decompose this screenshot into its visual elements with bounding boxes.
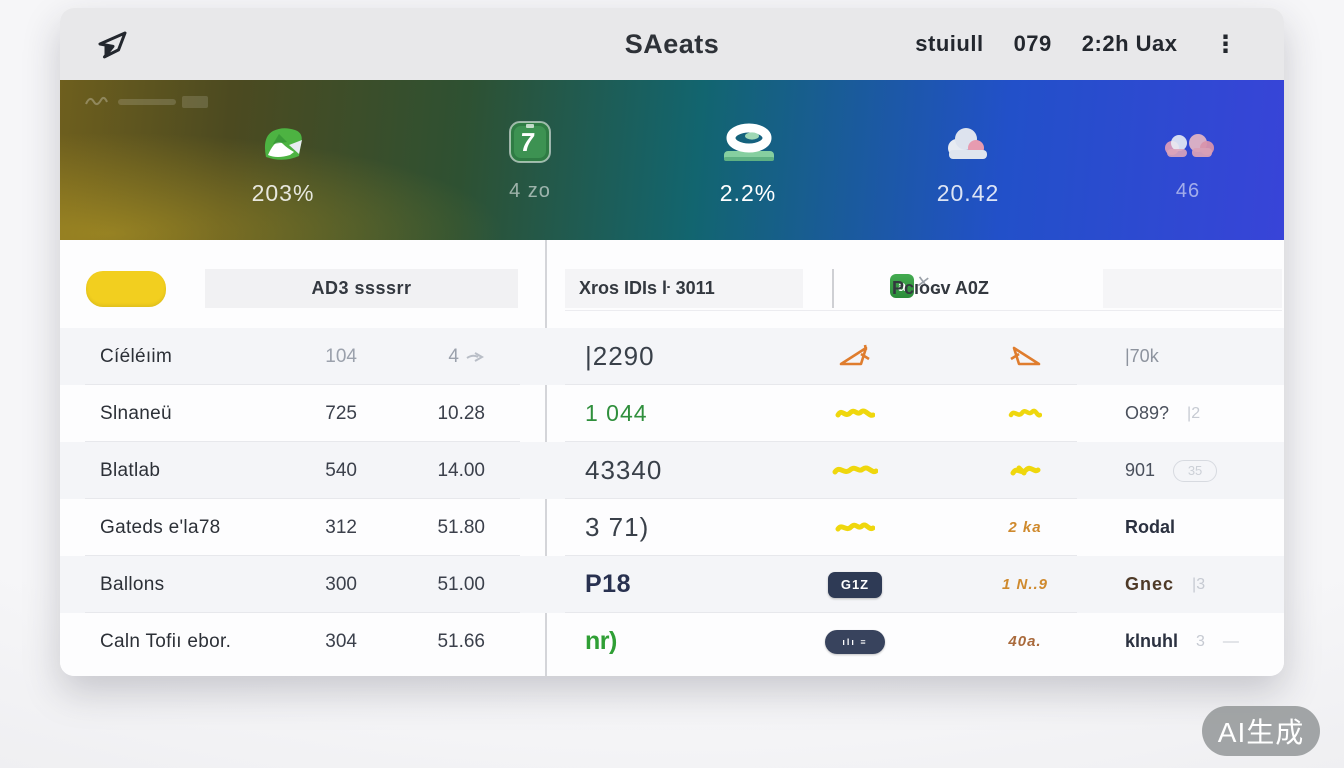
table-row[interactable]: Ballons 300 51.00 P18 G1Z 1 N..9 Gnec |3 xyxy=(60,556,1284,613)
right-text: Gnec xyxy=(1125,574,1174,595)
banner-logo xyxy=(82,90,212,117)
kebab-menu-icon[interactable]: ⋮ xyxy=(1208,30,1245,59)
mid-value: 3 71) xyxy=(585,499,649,556)
stat-value: 2.2% xyxy=(720,180,776,207)
right-faint-text: |2 xyxy=(1187,405,1200,423)
mid-value: 43340 xyxy=(585,442,662,499)
stat-value: 4 zo xyxy=(509,180,551,203)
stat-value: 20.42 xyxy=(937,180,1000,207)
annotation-text: 1 N..9 xyxy=(1002,576,1048,593)
row-name: Blatlab xyxy=(100,442,160,499)
table-row[interactable]: Cíéléıim 104 4 |2290 xyxy=(60,328,1284,385)
row-name: Caln Tofiı ebor. xyxy=(100,613,231,670)
scribble-icon xyxy=(975,442,1075,499)
scribble-icon xyxy=(805,499,905,556)
status-text-a: stuiull xyxy=(915,31,983,57)
cloud-icon xyxy=(943,114,993,166)
row-val: 51.80 xyxy=(437,517,485,539)
annotation-text: 2 ka xyxy=(1008,519,1041,536)
right-faint-text: 3 xyxy=(1196,633,1205,651)
pill-toggle[interactable]: 35 xyxy=(1173,460,1217,482)
row-name: Gateds e'la78 xyxy=(100,499,221,556)
scribble-icon xyxy=(805,442,905,499)
chat-badge: G1Z xyxy=(828,572,882,598)
titlebar: SAeats stuiull 079 2:2h Uax ⋮ xyxy=(60,8,1284,81)
stats-banner: 203% 7 4 zo 2.2 xyxy=(60,80,1284,240)
ai-generated-watermark: AI生成 xyxy=(1202,706,1320,756)
header-cell-far[interactable] xyxy=(1103,269,1282,308)
status-text-b: 079 xyxy=(1014,31,1052,57)
arrow-right-icon xyxy=(465,350,485,364)
annotation-text: 40a. xyxy=(1008,633,1041,650)
right-text: 901 xyxy=(1125,460,1155,481)
right-dash: — xyxy=(1223,633,1239,651)
row-qty: 312 xyxy=(237,499,357,556)
clouds-icon xyxy=(1160,114,1216,166)
row-val: 10.28 xyxy=(437,403,485,425)
row-qty: 104 xyxy=(237,328,357,385)
row-name: Ballons xyxy=(100,556,164,613)
flag-icon xyxy=(805,328,905,385)
row-val: 51.66 xyxy=(437,631,485,653)
stat-value: 203% xyxy=(252,180,315,207)
row-name: Cíéléıim xyxy=(100,328,172,385)
mid-value: |2290 xyxy=(585,328,655,385)
app-window: SAeats stuiull 079 2:2h Uax ⋮ xyxy=(60,8,1284,676)
header-cell-middle[interactable]: Xros IDIs ŀ 3011 xyxy=(565,269,803,308)
mid-value: nr) xyxy=(585,613,617,670)
right-text: klnuhl xyxy=(1125,631,1178,652)
mid-value: P18 xyxy=(585,556,631,613)
stat-cloud[interactable]: 20.42 xyxy=(883,114,1053,224)
flag-icon xyxy=(975,328,1075,385)
right-text: Rodal xyxy=(1125,517,1175,538)
yellow-filter-button[interactable] xyxy=(86,271,166,307)
table-body: Cíéléıim 104 4 |2290 xyxy=(60,328,1284,670)
table-row[interactable]: Gateds e'la78 312 51.80 3 71) 2 ka Rodal xyxy=(60,499,1284,556)
header-underline xyxy=(565,310,1282,311)
right-text: O89? xyxy=(1125,403,1169,424)
pill-badge: ılı ≡ xyxy=(825,630,885,654)
row-qty: 300 xyxy=(237,556,357,613)
stat-seven[interactable]: 7 4 zo xyxy=(445,114,615,224)
right-faint-text: |3 xyxy=(1192,576,1205,594)
status-text-c: 2:2h Uax xyxy=(1082,31,1178,57)
row-qty: 540 xyxy=(237,442,357,499)
row-name: Slnaneü xyxy=(100,385,172,442)
header-cell-left[interactable]: AD3 ssssrr xyxy=(205,269,518,308)
row-val: 14.00 xyxy=(437,460,485,482)
row-qty: 304 xyxy=(237,613,357,670)
table-row[interactable]: Blatlab 540 14.00 43340 901 35 xyxy=(60,442,1284,499)
table-row[interactable]: Slnaneü 725 10.28 1 044 O89? |2 xyxy=(60,385,1284,442)
seven-tile-icon: 7 xyxy=(506,114,554,166)
row-qty: 725 xyxy=(237,385,357,442)
mid-value: 1 044 xyxy=(585,385,648,442)
right-text: |70k xyxy=(1125,346,1159,367)
data-table: AD3 ssssrr Xros IDIs ŀ 3011 a ✕ Pcıoɢv A… xyxy=(60,240,1284,676)
mountain-chart-icon xyxy=(257,114,309,166)
stat-growth[interactable]: 203% xyxy=(198,114,368,224)
titlebar-right: stuiull 079 2:2h Uax ⋮ xyxy=(915,8,1244,80)
stat-disc[interactable]: 2.2% xyxy=(663,114,833,224)
stat-value: 46 xyxy=(1176,180,1200,203)
header-cell-right[interactable]: Pcıoɢv A0Z xyxy=(832,269,1100,308)
scribble-icon xyxy=(975,385,1075,442)
disc-tile-icon xyxy=(718,114,778,166)
row-val: 51.00 xyxy=(437,574,485,596)
stat-clouds[interactable]: 46 xyxy=(1103,114,1273,224)
row-val: 4 xyxy=(448,346,459,368)
scribble-icon xyxy=(805,385,905,442)
table-row[interactable]: Caln Tofiı ebor. 304 51.66 nr) ılı ≡ 40a… xyxy=(60,613,1284,670)
